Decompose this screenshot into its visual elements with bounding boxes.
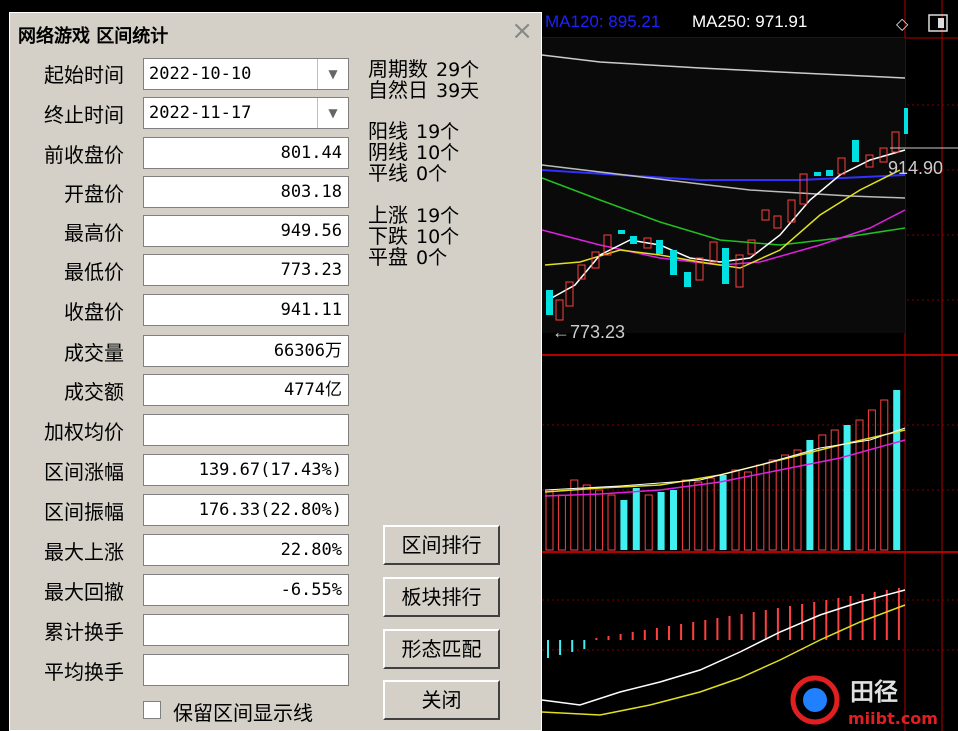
field-value: 66306万 (143, 335, 349, 367)
volume-bar (670, 490, 677, 550)
chevron-down-icon[interactable]: ▼ (317, 98, 348, 128)
natural-days-stat: 自然日39天 (368, 80, 479, 101)
watermark-logo: 田径 miibt.com (788, 674, 958, 731)
volume-bar (658, 492, 665, 550)
field-label: 前收盘价 (10, 139, 124, 168)
volume-bar (620, 500, 627, 550)
flat-stat: 平盘0个 (368, 247, 447, 268)
volume-bar (633, 488, 640, 550)
field-label: 成交量 (10, 337, 124, 366)
field-label: 累计换手 (10, 616, 124, 645)
field-value: -6.55% (143, 574, 349, 606)
yang-line-stat: 阳线19个 (368, 121, 459, 142)
chevron-down-icon[interactable]: ▼ (317, 59, 348, 89)
volume-bar (608, 495, 615, 550)
field-value (143, 414, 349, 446)
volume-bar (881, 400, 888, 550)
volume-bar (558, 495, 565, 550)
field-value: 803.18 (143, 176, 349, 208)
volume-bar (806, 440, 813, 550)
close-icon[interactable]: × (511, 17, 533, 45)
keep-range-lines-checkbox[interactable] (143, 701, 161, 719)
volume-bar (707, 478, 714, 550)
volume-bar (695, 482, 702, 550)
field-value: 941.11 (143, 294, 349, 326)
svg-text:田径: 田径 (850, 678, 898, 706)
field-value: 22.80% (143, 534, 349, 566)
field-value: 949.56 (143, 215, 349, 247)
ma120-readout: MA120: 895.21 (545, 12, 660, 32)
volume-bar (757, 465, 764, 550)
field-label: 最低价 (10, 256, 124, 285)
diamond-icon[interactable]: ◇ (896, 14, 908, 33)
volume-bar (596, 490, 603, 550)
field-label: 收盘价 (10, 296, 124, 325)
field-label: 成交额 (10, 376, 124, 405)
end-date-picker[interactable]: 2022-11-17 ▼ (143, 97, 349, 129)
volume-bar (819, 435, 826, 550)
field-label: 最大上涨 (10, 536, 124, 565)
field-value: 4774亿 (143, 374, 349, 406)
volume-bar (645, 495, 652, 550)
end-date-value: 2022-11-17 (149, 103, 251, 123)
field-value (143, 614, 349, 646)
volume-bar (794, 450, 801, 550)
range-statistics-dialog: 网络游戏 区间统计 × 起始时间 2022-10-10 ▼ 终止时间 2022-… (9, 12, 542, 731)
window-toggle-icon[interactable] (928, 14, 948, 36)
start-date-picker[interactable]: 2022-10-10 ▼ (143, 58, 349, 90)
end-time-label: 终止时间 (10, 99, 124, 128)
start-date-value: 2022-10-10 (149, 64, 251, 84)
down-stat: 下跌10个 (368, 226, 459, 247)
field-label: 最高价 (10, 217, 124, 246)
close-button[interactable]: 关闭 (383, 680, 500, 720)
dialog-title-bar[interactable]: 网络游戏 区间统计 × (10, 13, 541, 51)
field-label: 开盘价 (10, 178, 124, 207)
dialog-title: 网络游戏 区间统计 (18, 22, 168, 48)
keep-range-lines-label: 保留区间显示线 (173, 697, 313, 726)
low-price-label: ←773.23 (552, 322, 625, 342)
field-value: 176.33(22.80%) (143, 494, 349, 526)
flat-line-stat: 平线0个 (368, 163, 447, 184)
ma250-readout: MA250: 971.91 (692, 12, 807, 32)
sector-rank-button[interactable]: 板块排行 (383, 577, 500, 617)
svg-text:miibt.com: miibt.com (848, 709, 938, 728)
pattern-match-button[interactable]: 形态匹配 (383, 629, 500, 669)
volume-bar (744, 472, 751, 550)
field-label: 区间振幅 (10, 496, 124, 525)
volume-bar (720, 475, 727, 550)
field-value (143, 654, 349, 686)
field-label: 平均换手 (10, 656, 124, 685)
range-rank-button[interactable]: 区间排行 (383, 525, 500, 565)
field-value: 773.23 (143, 254, 349, 286)
volume-bar (868, 410, 875, 550)
periods-stat: 周期数29个 (368, 59, 479, 80)
field-label: 加权均价 (10, 416, 124, 445)
up-stat: 上涨19个 (368, 205, 459, 226)
field-value: 139.67(17.43%) (143, 454, 349, 486)
yin-line-stat: 阴线10个 (368, 142, 459, 163)
field-label: 最大回撤 (10, 576, 124, 605)
volume-bar (732, 470, 739, 550)
start-time-label: 起始时间 (10, 59, 124, 88)
field-label: 区间涨幅 (10, 456, 124, 485)
volume-bar (893, 390, 900, 550)
volume-bar (546, 490, 553, 550)
high-price-label: 914.90 (888, 158, 943, 178)
volume-bar (769, 460, 776, 550)
field-value: 801.44 (143, 137, 349, 169)
